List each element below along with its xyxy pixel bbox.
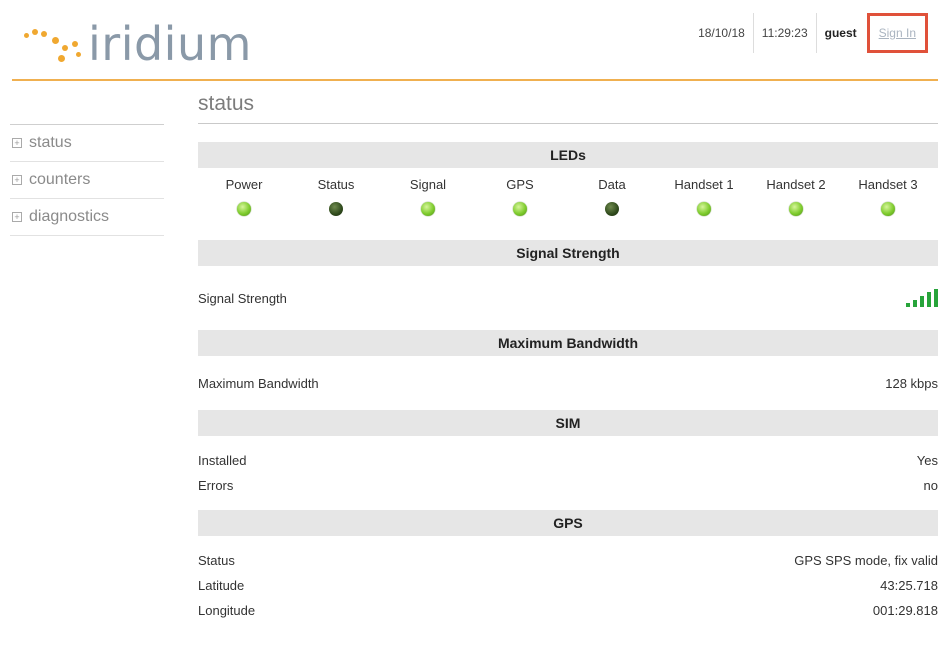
led-label: Data xyxy=(598,177,626,192)
sidebar-item-label: status xyxy=(29,134,72,151)
gps-status-row: Status GPS SPS mode, fix valid xyxy=(198,548,938,573)
iridium-logo: iridium xyxy=(18,14,252,74)
gps-latitude-row: Latitude 43:25.718 xyxy=(198,573,938,598)
led-handset-2: Handset 2 xyxy=(750,177,842,240)
led-gps: GPS xyxy=(474,177,566,240)
signal-bars-icon xyxy=(906,289,938,307)
led-power: Power xyxy=(198,177,290,240)
led-label: Handset 3 xyxy=(858,177,918,192)
signin-highlight: Sign In xyxy=(866,13,928,53)
signal-section-header: Signal Strength xyxy=(198,240,938,266)
led-indicator-icon xyxy=(789,202,803,216)
expand-icon: + xyxy=(12,138,22,148)
sidebar-item-label: counters xyxy=(29,171,91,188)
led-label: Handset 2 xyxy=(766,177,826,192)
sidebar-item-label: diagnostics xyxy=(29,208,110,225)
signal-strength-row: Signal Strength xyxy=(198,266,938,330)
field-value: no xyxy=(923,478,938,493)
main-content: status LEDs Power Status Signal GPS Data… xyxy=(198,90,938,635)
sidebar-item-status[interactable]: + status xyxy=(10,125,164,162)
led-handset-1: Handset 1 xyxy=(658,177,750,240)
gps-longitude-row: Longitude 001:29.818 xyxy=(198,598,938,623)
sidebar-item-counters[interactable]: + counters xyxy=(10,162,164,199)
logo-dots-icon xyxy=(18,19,86,69)
leds-section-header: LEDs xyxy=(198,142,938,168)
led-indicator-icon xyxy=(881,202,895,216)
sim-installed-row: Installed Yes xyxy=(198,448,938,473)
header-divider xyxy=(12,79,938,81)
led-indicator-icon xyxy=(697,202,711,216)
field-value: GPS SPS mode, fix valid xyxy=(794,553,938,568)
brand-name: iridium xyxy=(88,17,252,71)
field-value: 43:25.718 xyxy=(880,578,938,593)
sidebar-item-diagnostics[interactable]: + diagnostics xyxy=(10,199,164,236)
sign-in-link[interactable]: Sign In xyxy=(879,26,916,40)
sim-details: Installed Yes Errors no xyxy=(198,436,938,510)
led-label: Signal xyxy=(409,177,447,192)
led-indicator-icon xyxy=(237,202,251,216)
field-value: 001:29.818 xyxy=(872,603,938,618)
field-label: Latitude xyxy=(198,578,245,593)
led-indicator-icon xyxy=(329,202,343,216)
gps-details: Status GPS SPS mode, fix valid Latitude … xyxy=(198,536,938,635)
sidebar-nav: + status + counters + diagnostics xyxy=(10,124,164,236)
field-label: Installed xyxy=(198,453,247,468)
current-user: guest xyxy=(824,26,857,40)
gps-section-header: GPS xyxy=(198,510,938,536)
field-label: Status xyxy=(198,553,235,568)
sim-section-header: SIM xyxy=(198,410,938,436)
expand-icon: + xyxy=(12,175,22,185)
field-label: Errors xyxy=(198,478,234,493)
led-status: Status xyxy=(290,177,382,240)
page-title: status xyxy=(198,90,938,124)
bandwidth-label: Maximum Bandwidth xyxy=(198,375,319,391)
field-label: Longitude xyxy=(198,603,256,618)
current-time: 11:29:23 xyxy=(754,13,817,53)
led-label: GPS xyxy=(506,177,534,192)
led-indicator-icon xyxy=(513,202,527,216)
led-data: Data xyxy=(566,177,658,240)
led-handset-3: Handset 3 xyxy=(842,177,934,240)
led-label: Status xyxy=(317,177,355,192)
led-label: Handset 1 xyxy=(674,177,734,192)
led-panel: Power Status Signal GPS Data Handset 1 H… xyxy=(198,168,938,240)
sim-errors-row: Errors no xyxy=(198,473,938,498)
current-date: 18/10/18 xyxy=(690,13,754,53)
signal-strength-label: Signal Strength xyxy=(198,290,287,306)
field-value: Yes xyxy=(916,453,938,468)
led-indicator-icon xyxy=(605,202,619,216)
led-indicator-icon xyxy=(421,202,435,216)
led-signal: Signal xyxy=(382,177,474,240)
bandwidth-section-header: Maximum Bandwidth xyxy=(198,330,938,356)
bandwidth-row: Maximum Bandwidth 128 kbps xyxy=(198,356,938,410)
bandwidth-value: 128 kbps xyxy=(885,375,938,391)
expand-icon: + xyxy=(12,212,22,222)
top-status-bar: 18/10/18 11:29:23 guest Sign In xyxy=(690,13,928,53)
led-label: Power xyxy=(225,177,263,192)
